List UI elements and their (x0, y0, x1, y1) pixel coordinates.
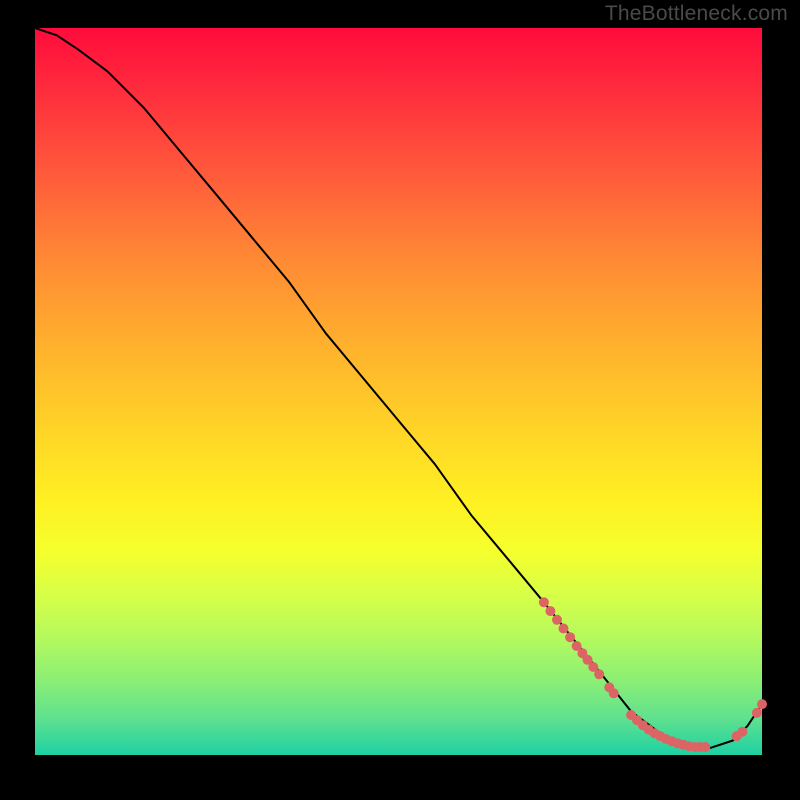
plot-area (35, 28, 762, 755)
data-point (752, 708, 762, 718)
data-point (559, 624, 569, 634)
data-point (700, 742, 710, 752)
data-point (594, 669, 604, 679)
data-point (565, 632, 575, 642)
bottleneck-curve (35, 28, 762, 748)
data-point (539, 597, 549, 607)
data-point (737, 727, 747, 737)
curve-svg (35, 28, 762, 755)
chart-frame: TheBottleneck.com (0, 0, 800, 800)
highlight-dots (539, 597, 767, 752)
data-point (545, 606, 555, 616)
watermark-text: TheBottleneck.com (605, 2, 788, 26)
data-point (609, 688, 619, 698)
data-point (757, 699, 767, 709)
data-point (552, 615, 562, 625)
